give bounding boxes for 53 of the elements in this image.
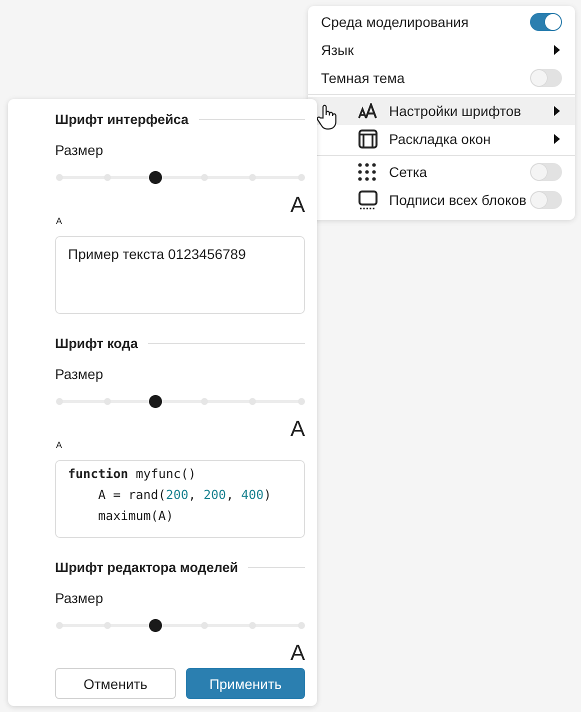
slider-tick xyxy=(249,398,256,405)
submenu-arrow-icon xyxy=(554,106,560,116)
size-label: Размер xyxy=(55,366,104,382)
code-line: A = rand(200, 200, 400) xyxy=(97,486,272,504)
slider-tick xyxy=(249,174,256,181)
submenu-arrow-icon xyxy=(554,45,560,55)
code-line: maximum(A) xyxy=(97,507,174,525)
block-label-icon xyxy=(358,190,378,210)
menu-item[interactable]: Язык xyxy=(308,36,575,64)
large-size-glyph: A xyxy=(290,417,305,441)
toggle-switch[interactable] xyxy=(530,163,562,181)
dialog-button[interactable]: Применить xyxy=(186,668,305,699)
text-preview: Пример текста 0123456789 xyxy=(55,236,305,314)
slider-tick xyxy=(56,398,62,405)
code-line: function myfunc() xyxy=(68,465,197,483)
toggle-switch[interactable] xyxy=(530,69,562,87)
slider-tick xyxy=(298,398,304,405)
section-title: Шрифт интерфейса xyxy=(55,112,189,126)
submenu-arrow-icon xyxy=(554,134,560,144)
slider-tick xyxy=(104,622,111,629)
slider-tick xyxy=(56,174,62,181)
grid-dots-icon xyxy=(358,163,376,181)
large-size-glyph: A xyxy=(290,193,305,217)
toggle-switch[interactable] xyxy=(530,191,562,209)
slider-tick xyxy=(104,174,111,181)
large-size-glyph: A xyxy=(290,641,305,665)
slider-tick xyxy=(200,398,208,405)
window-layout-icon xyxy=(358,129,378,149)
size-label: Размер xyxy=(55,590,104,606)
slider-tick xyxy=(298,174,304,181)
slider-tick xyxy=(200,174,208,181)
slider-tick xyxy=(200,622,208,629)
menu-item[interactable]: Среда моделирования xyxy=(308,8,575,36)
menu-item[interactable]: Настройки шрифтов xyxy=(308,97,575,125)
slider-tick xyxy=(249,622,256,629)
menu-item[interactable]: Подписи всех блоков xyxy=(308,186,575,214)
small-size-glyph: A xyxy=(56,216,62,226)
slider-thumb[interactable] xyxy=(149,395,162,408)
slider-tick xyxy=(56,622,62,629)
small-size-glyph: A xyxy=(56,440,62,450)
toggle-switch[interactable] xyxy=(530,13,562,31)
dialog-button[interactable]: Отменить xyxy=(55,668,176,699)
slider-tick xyxy=(104,398,111,405)
menu-item[interactable]: Темная тема xyxy=(308,64,575,92)
font-size-icon xyxy=(358,103,378,119)
menu-item[interactable]: Раскладка окон xyxy=(308,125,575,153)
slider-thumb[interactable] xyxy=(149,171,162,184)
slider-tick xyxy=(298,622,304,629)
section-title: Шрифт редактора моделей xyxy=(55,560,238,574)
slider-thumb[interactable] xyxy=(149,619,162,632)
section-title: Шрифт кода xyxy=(55,336,138,350)
menu-item[interactable]: Сетка xyxy=(308,158,575,186)
size-label: Размер xyxy=(55,142,104,158)
